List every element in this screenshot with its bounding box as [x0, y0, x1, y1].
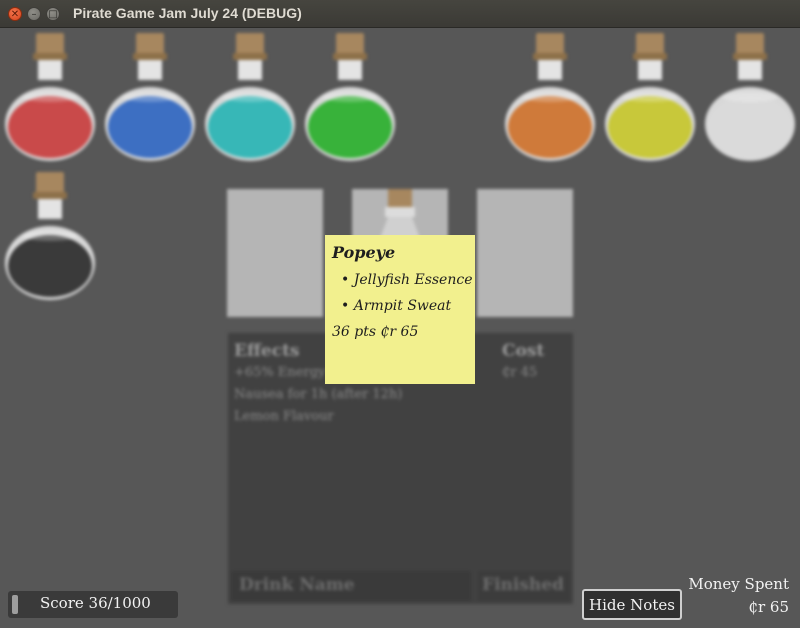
orange-potion[interactable] [505, 31, 595, 161]
red-potion[interactable] [5, 31, 95, 161]
potion-bottle-icon [505, 33, 595, 161]
blue-potion[interactable] [105, 31, 195, 161]
mix-slot-3[interactable] [477, 189, 573, 317]
window-title: Pirate Game Jam July 24 (DEBUG) [73, 5, 302, 21]
score-display: Score 36/1000 [8, 591, 178, 618]
drink-name-input[interactable]: Drink Name [231, 571, 471, 601]
hide-notes-label: Hide Notes [589, 596, 675, 614]
title-bar: ✕ – □ Pirate Game Jam July 24 (DEBUG) [0, 0, 800, 28]
minimize-window-button[interactable]: – [27, 7, 41, 21]
green-potion[interactable] [305, 31, 395, 161]
effect-line: Lemon Flavour [234, 409, 334, 424]
note-ingredient: • Armpit Sweat [341, 298, 452, 314]
drink-name-placeholder: Drink Name [239, 575, 355, 595]
effects-heading: Effects [234, 341, 300, 361]
score-text: Score 36/1000 [40, 594, 151, 612]
note-title: Popeye [332, 243, 396, 262]
potion-bottle-icon [205, 33, 295, 161]
cost-value: ₵r 45 [502, 365, 538, 380]
maximize-icon: □ [48, 9, 58, 20]
effect-line: +65% Energy [234, 365, 326, 380]
black-potion[interactable] [5, 170, 95, 300]
money-spent-label: Money Spent [688, 575, 789, 593]
hide-notes-button[interactable]: Hide Notes [582, 589, 682, 620]
game-scene: Effects +65% Energy Nausea for 1h (after… [0, 29, 800, 628]
money-spent-value: ₵r 65 [748, 598, 789, 616]
white-potion[interactable] [705, 31, 795, 161]
finished-button[interactable]: Finished [478, 571, 570, 601]
potion-bottle-icon [705, 33, 795, 161]
recipe-note: Popeye • Jellyfish Essence • Armpit Swea… [325, 235, 475, 384]
score-progress-bar [12, 595, 18, 614]
minimize-icon: – [31, 9, 37, 20]
finished-label: Finished [482, 575, 564, 595]
potion-bottle-icon [5, 172, 95, 300]
note-ingredient: • Jellyfish Essence [341, 272, 473, 288]
ingredient-name: Jellyfish Essence [353, 272, 473, 288]
close-window-button[interactable]: ✕ [8, 7, 22, 21]
note-points-cost: 36 pts ₵r 65 [332, 324, 419, 340]
yellow-potion[interactable] [605, 31, 695, 161]
mix-slot-1[interactable] [227, 189, 323, 317]
potion-bottle-icon [5, 33, 95, 161]
cost-heading: Cost [502, 341, 545, 361]
potion-bottle-icon [605, 33, 695, 161]
effect-line: Nausea for 1h (after 12h) [234, 387, 403, 402]
potion-bottle-icon [305, 33, 395, 161]
close-icon: ✕ [10, 9, 20, 20]
ingredient-name: Armpit Sweat [353, 298, 452, 314]
maximize-window-button[interactable]: □ [46, 7, 60, 21]
potion-bottle-icon [105, 33, 195, 161]
teal-potion[interactable] [205, 31, 295, 161]
